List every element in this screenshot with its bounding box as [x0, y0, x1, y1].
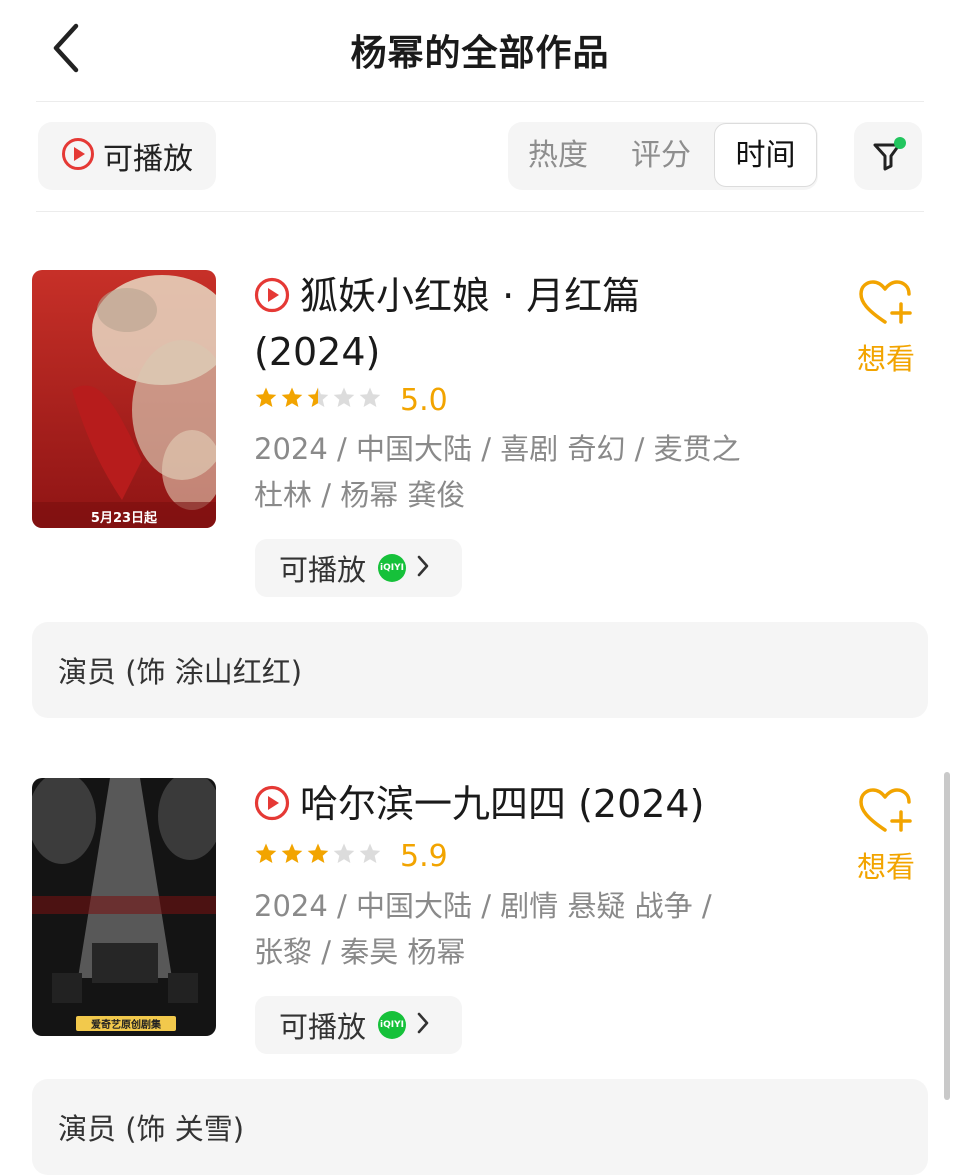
rating-row: 5.0: [254, 380, 448, 420]
play-circle-icon: [254, 782, 290, 834]
play-source-button[interactable]: 可播放 iQIYI: [255, 539, 462, 597]
role-info: 演员 (饰 关雪): [32, 1079, 928, 1175]
poster-image[interactable]: 5月23日起: [32, 270, 216, 528]
play-source-label: 可播放: [279, 1010, 367, 1044]
role-text: 演员 (饰 涂山红红): [58, 655, 303, 689]
filter-funnel-icon: [854, 137, 922, 194]
movie-title-text: 狐妖小红娘 · 月红篇: [300, 274, 641, 318]
playable-filter-button[interactable]: 可播放: [38, 122, 216, 190]
star-rating: [254, 385, 384, 415]
star-icon: [255, 387, 277, 407]
movie-title-year: (2024): [254, 330, 381, 374]
header-divider: [36, 101, 924, 102]
movie-meta: 2024 / 中国大陆 / 剧情 悬疑 战争 / 张黎 / 秦昊 杨幂: [254, 883, 794, 975]
rating-score: 5.0: [400, 382, 448, 418]
movie-meta-line: 杜林 / 杨幂 龚俊: [254, 478, 466, 512]
star-rating: [254, 841, 384, 871]
role-info: 演员 (饰 涂山红红): [32, 622, 928, 718]
heart-plus-icon: [855, 280, 917, 332]
heart-plus-icon: [855, 788, 917, 840]
iqiyi-icon: iQIYI: [378, 554, 407, 582]
want-to-watch-button[interactable]: 想看: [846, 786, 926, 886]
star-icon: [255, 843, 277, 863]
filter-button[interactable]: [854, 122, 922, 190]
want-to-watch-label: 想看: [856, 850, 915, 884]
chevron-right-icon: [416, 554, 430, 582]
star-icon: [307, 387, 329, 407]
play-source-label: 可播放: [279, 553, 367, 587]
scrollbar[interactable]: [944, 772, 950, 1100]
iqiyi-icon: iQIYI: [378, 1011, 407, 1039]
movie-title[interactable]: 哈尔滨一九四四 (2024): [254, 778, 814, 834]
play-circle-icon: [61, 137, 95, 175]
sort-tab-time[interactable]: 时间: [714, 123, 817, 187]
star-icon: [281, 387, 303, 407]
rating-score: 5.9: [400, 838, 448, 874]
want-to-watch-label: 想看: [856, 342, 915, 376]
rating-row: 5.9: [254, 836, 448, 876]
star-icon: [307, 843, 329, 863]
poster-caption: 爱奇艺原创剧集: [76, 1016, 176, 1031]
movie-title-text: 哈尔滨一九四四 (2024): [300, 782, 705, 826]
star-icon: [359, 387, 381, 407]
sort-tab-rating[interactable]: 评分: [611, 122, 711, 190]
star-icon: [333, 387, 355, 407]
poster-caption: 5月23日起: [90, 511, 158, 526]
star-icon: [333, 843, 355, 863]
movie-meta-line: 2024 / 中国大陆 / 剧情 悬疑 战争 /: [254, 889, 712, 923]
star-icon: [359, 843, 381, 863]
play-circle-icon: [254, 274, 290, 326]
want-to-watch-button[interactable]: 想看: [846, 278, 926, 378]
page-title: 杨幂的全部作品: [350, 33, 610, 74]
sort-tab-hotness[interactable]: 热度: [508, 122, 608, 190]
poster-image[interactable]: 爱奇艺原创剧集: [32, 778, 216, 1036]
sort-tabs: 热度 评分 时间: [508, 122, 818, 190]
filter-divider: [36, 211, 924, 212]
chevron-right-icon: [416, 1011, 430, 1039]
movie-meta-line: 张黎 / 秦昊 杨幂: [254, 935, 466, 969]
movie-meta-line: 2024 / 中国大陆 / 喜剧 奇幻 / 麦贯之: [254, 432, 741, 466]
playable-filter-label: 可播放: [103, 142, 193, 177]
role-text: 演员 (饰 关雪): [58, 1112, 245, 1146]
movie-title[interactable]: 狐妖小红娘 · 月红篇 (2024): [254, 270, 814, 378]
play-source-button[interactable]: 可播放 iQIYI: [255, 996, 462, 1054]
star-icon: [281, 843, 303, 863]
movie-meta: 2024 / 中国大陆 / 喜剧 奇幻 / 麦贯之 杜林 / 杨幂 龚俊: [254, 426, 794, 518]
